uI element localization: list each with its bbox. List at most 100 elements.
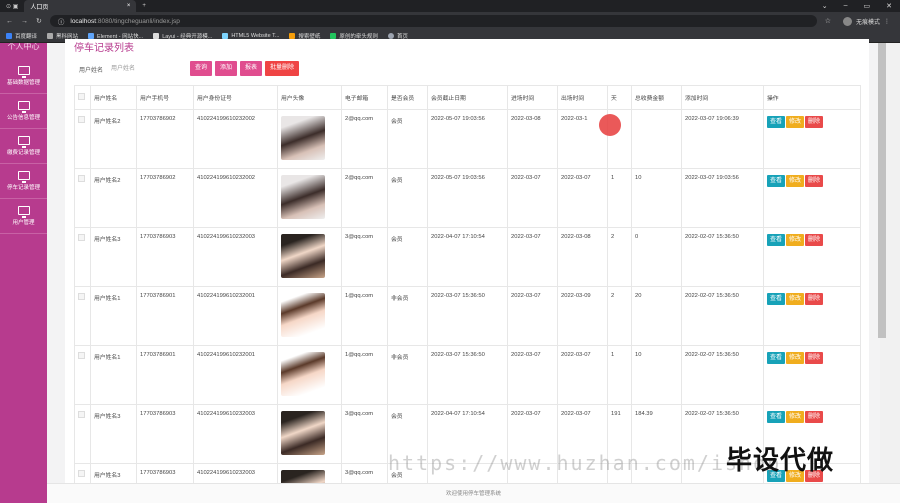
select-all-checkbox[interactable]: [78, 93, 85, 100]
edit-button[interactable]: 修改: [786, 352, 805, 364]
cell-exit: 2022-03-09: [557, 286, 608, 346]
maximize-icon[interactable]: ▭: [864, 2, 871, 10]
delete-button[interactable]: 删除: [805, 411, 824, 423]
delete-button[interactable]: 删除: [805, 293, 824, 305]
cell-email: 3@qq.com: [341, 227, 388, 287]
row-actions: 查看 修改 删除: [767, 116, 857, 128]
cell-added: 2022-02-07 15:36:50: [681, 345, 764, 405]
profile-button[interactable]: 无痕模式 ⋮: [839, 16, 894, 26]
cell-phone: 17703786901: [136, 286, 194, 346]
more-icon[interactable]: ⋮: [884, 18, 890, 25]
edit-button[interactable]: 修改: [786, 234, 805, 246]
toolbar: 查询 添加 报表 批量删除: [190, 61, 300, 76]
cell-email: 2@qq.com: [341, 109, 388, 169]
view-button[interactable]: 查看: [767, 116, 786, 128]
chevron-down-icon[interactable]: ⌄: [822, 2, 828, 10]
forward-icon[interactable]: →: [21, 18, 28, 25]
cell-fee: 10: [631, 345, 682, 405]
sidebar-item-parking[interactable]: 停车记录管理: [0, 164, 47, 199]
view-button[interactable]: 查看: [767, 411, 786, 423]
profile-label: 无痕模式: [855, 19, 880, 26]
cell-member: 非会员: [387, 286, 428, 346]
row-actions: 查看 修改 删除: [767, 352, 857, 364]
search-button[interactable]: 查询: [190, 61, 213, 76]
view-button[interactable]: 查看: [767, 234, 786, 246]
column-header: 用户头像: [277, 85, 342, 110]
edit-button[interactable]: 修改: [786, 116, 805, 128]
cell-name: 用户姓名3: [90, 227, 137, 287]
scrollbar[interactable]: [878, 43, 900, 483]
sidebar: 个人中心 基础数据管理 公告信息管理 缴费记录管理 停车记录管理 用户管理: [0, 43, 47, 503]
monitor-icon: [17, 171, 30, 183]
monitor-icon: [17, 66, 30, 78]
cell-member_end: 2022-05-07 19:03:56: [427, 109, 508, 169]
user-avatar: [281, 470, 325, 483]
add-button[interactable]: 添加: [215, 61, 238, 76]
row-checkbox[interactable]: [78, 470, 85, 477]
row-checkbox[interactable]: [78, 352, 85, 359]
view-button[interactable]: 查看: [767, 175, 786, 187]
sidebar-item-users[interactable]: 用户管理: [0, 199, 47, 234]
info-icon: ⓘ: [57, 19, 65, 26]
report-button[interactable]: 报表: [240, 61, 263, 76]
view-button[interactable]: 查看: [767, 293, 786, 305]
delete-button[interactable]: 删除: [805, 234, 824, 246]
edit-button[interactable]: 修改: [786, 293, 805, 305]
row-checkbox[interactable]: [78, 175, 85, 182]
sidebar-item-payment[interactable]: 缴费记录管理: [0, 129, 47, 164]
footer: 欢迎使用停车管理系统: [47, 483, 900, 503]
reload-icon[interactable]: ↻: [36, 17, 42, 25]
cell-fee: 0: [631, 227, 682, 287]
cell-exit: 2022-03-07: [557, 168, 608, 228]
minimize-icon[interactable]: –: [844, 2, 848, 10]
search-input[interactable]: 用户姓名: [109, 63, 179, 75]
cell-exit: 2022-03-07: [557, 345, 608, 405]
browser-tab[interactable]: 人口页 ×: [24, 0, 137, 12]
row-actions: 查看 修改 删除: [767, 175, 857, 187]
delete-button[interactable]: 删除: [805, 352, 824, 364]
cell-idcard: 410224199610232002: [193, 109, 278, 169]
sidebar-item-basic-data[interactable]: 基础数据管理: [0, 59, 47, 94]
cell-name: 用户姓名3: [90, 404, 137, 464]
main-content: 停车记录列表 用户姓名 用户姓名 查询 添加 报表 批量删除 用户姓名 用户手机…: [47, 39, 880, 483]
parking-record-table: 用户姓名 用户手机号 用户身份证号 用户头像 电子邮箱 是否会员 会员截止日期 …: [74, 85, 861, 483]
cell-idcard: 410224199610232003: [193, 404, 278, 464]
delete-button[interactable]: 删除: [805, 116, 824, 128]
edit-button[interactable]: 修改: [786, 411, 805, 423]
edit-button[interactable]: 修改: [786, 175, 805, 187]
user-avatar: [281, 411, 325, 455]
tab-strip-icons[interactable]: ⊙ ▣: [0, 0, 24, 12]
cell-email: 1@qq.com: [341, 286, 388, 346]
cell-added: 2022-03-07 19:03:56: [681, 168, 764, 228]
row-actions: 查看 修改 删除: [767, 234, 857, 246]
cell-enter: 2022-03-07: [507, 286, 558, 346]
row-checkbox[interactable]: [78, 411, 85, 418]
row-actions: 查看 修改 删除: [767, 293, 857, 305]
cell-member_end: 2022-03-07 15:36:50: [427, 345, 508, 405]
search-row: 用户姓名 用户姓名: [79, 61, 179, 77]
delete-button[interactable]: 删除: [805, 175, 824, 187]
scrollbar-thumb[interactable]: [878, 43, 886, 338]
address-bar[interactable]: ⓘ localhost:8080/tingcheguanli/index.jsp: [49, 15, 817, 27]
close-tab-icon[interactable]: ×: [127, 3, 131, 9]
user-avatar: [281, 175, 325, 219]
batch-delete-button[interactable]: 批量删除: [265, 61, 300, 76]
cell-days: 2: [607, 227, 632, 287]
sidebar-header[interactable]: 个人中心: [0, 43, 47, 59]
cell-fee: [631, 109, 682, 169]
monitor-icon: [17, 206, 30, 218]
sidebar-item-notice[interactable]: 公告信息管理: [0, 94, 47, 129]
cell-phone: 17703786902: [136, 109, 194, 169]
row-checkbox[interactable]: [78, 293, 85, 300]
view-button[interactable]: 查看: [767, 352, 786, 364]
row-checkbox[interactable]: [78, 234, 85, 241]
column-header: 添加时间: [681, 85, 764, 110]
row-checkbox[interactable]: [78, 116, 85, 123]
star-icon[interactable]: ☆: [825, 17, 831, 25]
bookmark-item[interactable]: 百度翻译: [6, 32, 37, 40]
back-icon[interactable]: ←: [6, 18, 13, 25]
close-window-icon[interactable]: ✕: [886, 2, 892, 10]
cell-idcard: 410224199610232002: [193, 168, 278, 228]
new-tab-button[interactable]: +: [136, 0, 152, 12]
cell-name: 用户姓名2: [90, 109, 137, 169]
